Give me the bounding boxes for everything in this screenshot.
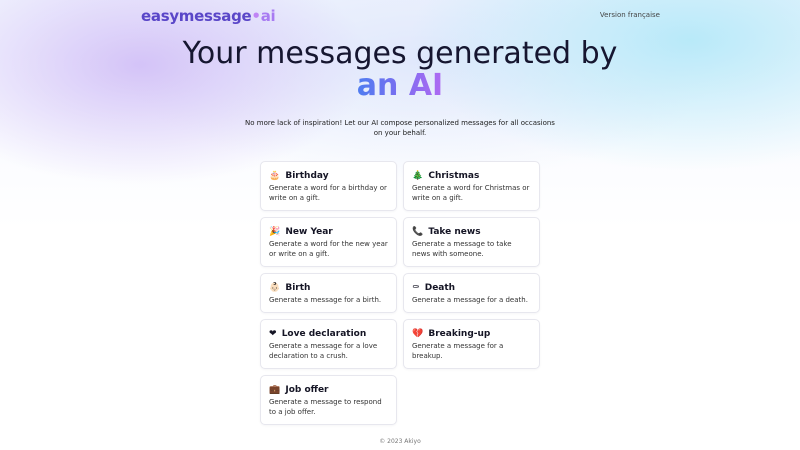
- card-description: Generate a message to respond to a job o…: [269, 398, 382, 416]
- card-title: 📞 Take news: [412, 226, 531, 238]
- card-title-text: Christmas: [428, 171, 480, 181]
- occasion-card-death[interactable]: ⚰ Death Generate a message for a death.: [403, 273, 540, 313]
- card-description: Generate a message for a love declaratio…: [269, 342, 378, 360]
- card-description: Generate a word for a birthday or write …: [269, 184, 387, 202]
- language-switch-link[interactable]: Version française: [600, 11, 660, 19]
- baby-icon: 👶🏻: [269, 283, 281, 293]
- page-title-accent: an AI: [356, 68, 444, 103]
- briefcase-icon: 💼: [269, 385, 281, 395]
- card-title-text: Birthday: [285, 171, 329, 181]
- page-title: Your messages generated by an AI: [0, 38, 800, 102]
- card-title-text: Birth: [285, 283, 311, 293]
- logo-ai: ai: [260, 7, 276, 25]
- logo-brand: easymessage: [141, 7, 252, 25]
- card-title: 💼 Job offer: [269, 384, 388, 396]
- phone-icon: 📞: [412, 227, 424, 237]
- card-description: Generate a word for Christmas or write o…: [412, 184, 530, 202]
- card-title: 💔 Breaking-up: [412, 328, 531, 340]
- christmas-tree-icon: 🎄: [412, 171, 424, 181]
- card-description: Generate a message to take news with som…: [412, 240, 512, 258]
- card-description: Generate a message for a breakup.: [412, 342, 504, 360]
- card-title-text: Take news: [428, 227, 481, 237]
- occasion-card-love-declaration[interactable]: ❤ Love declaration Generate a message fo…: [260, 319, 397, 369]
- occasion-card-new-year[interactable]: 🎉 New Year Generate a word for the new y…: [260, 217, 397, 267]
- card-title-text: Death: [424, 283, 456, 293]
- occasion-card-birth[interactable]: 👶🏻 Birth Generate a message for a birth.: [260, 273, 397, 313]
- page-subtitle: No more lack of inspiration! Let our AI …: [245, 119, 555, 137]
- card-title-text: Love declaration: [281, 329, 367, 339]
- coffin-icon: ⚰: [412, 283, 420, 293]
- page-title-line1: Your messages generated by: [182, 36, 618, 71]
- card-title-text: Job offer: [285, 385, 329, 395]
- logo-dot: •: [251, 7, 261, 25]
- occasion-card-take-news[interactable]: 📞 Take news Generate a message to take n…: [403, 217, 540, 267]
- card-title: 👶🏻 Birth: [269, 282, 388, 294]
- broken-heart-icon: 💔: [412, 329, 424, 339]
- logo[interactable]: easymessage•ai: [141, 7, 276, 25]
- card-title: ❤ Love declaration: [269, 328, 388, 340]
- occasion-card-christmas[interactable]: 🎄 Christmas Generate a word for Christma…: [403, 161, 540, 211]
- card-description: Generate a message for a birth.: [269, 296, 382, 304]
- footer-copyright: © 2023 Akiyo: [379, 438, 421, 445]
- card-title: 🎂 Birthday: [269, 170, 388, 182]
- card-title-text: New Year: [285, 227, 333, 237]
- birthday-cake-icon: 🎂: [269, 171, 281, 181]
- occasion-card-breaking-up[interactable]: 💔 Breaking-up Generate a message for a b…: [403, 319, 540, 369]
- card-title: ⚰ Death: [412, 282, 531, 294]
- card-title: 🎉 New Year: [269, 226, 388, 238]
- card-title-text: Breaking-up: [428, 329, 491, 339]
- page: easymessage•ai Version française Your me…: [0, 0, 800, 450]
- card-title: 🎄 Christmas: [412, 170, 531, 182]
- party-popper-icon: 🎉: [269, 227, 281, 237]
- occasion-card-birthday[interactable]: 🎂 Birthday Generate a word for a birthda…: [260, 161, 397, 211]
- card-description: Generate a message for a death.: [412, 296, 528, 304]
- heart-icon: ❤: [269, 329, 277, 339]
- card-description: Generate a word for the new year or writ…: [269, 240, 388, 258]
- occasion-card-job-offer[interactable]: 💼 Job offer Generate a message to respon…: [260, 375, 397, 425]
